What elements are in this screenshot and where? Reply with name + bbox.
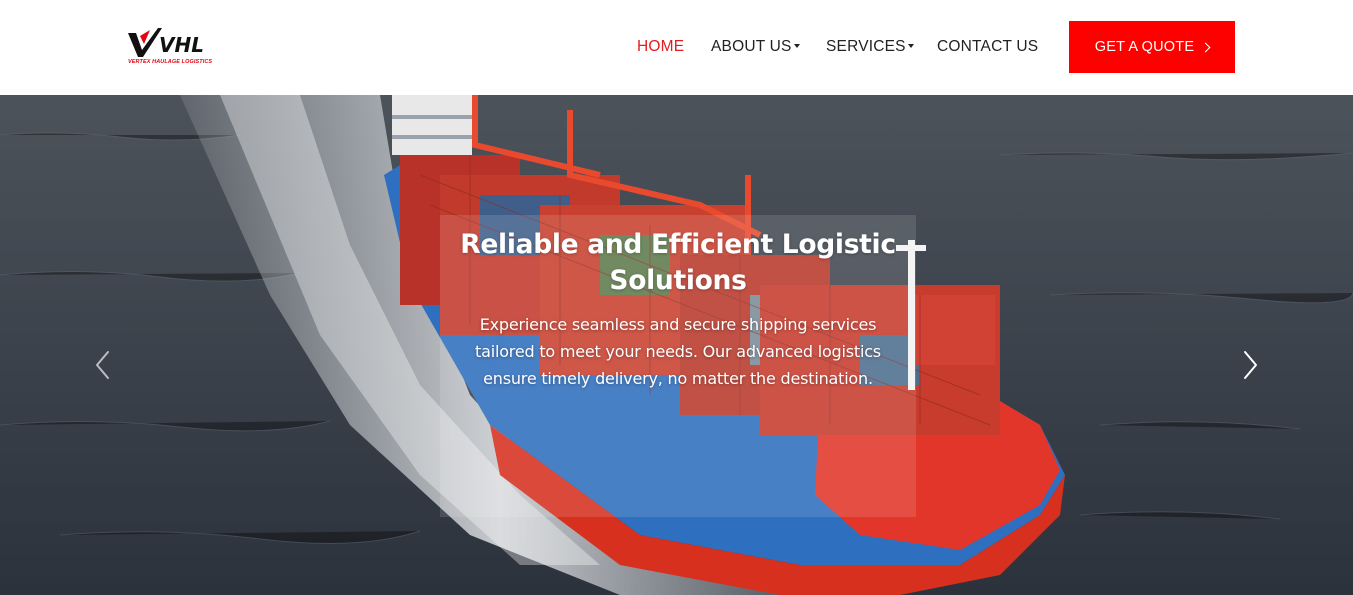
hero-description: Experience seamless and secure shipping …	[475, 315, 881, 388]
get-a-quote-button[interactable]: GET A QUOTE	[1069, 21, 1235, 73]
hero-title: Reliable and Efficient Logistic Solution…	[460, 229, 896, 296]
vhl-logo-icon: VHL	[128, 28, 204, 57]
chevron-right-icon	[1244, 351, 1257, 379]
nav-services[interactable]: SERVICES	[826, 37, 914, 57]
slider-next-button[interactable]	[1240, 348, 1260, 382]
slider-prev-button[interactable]	[93, 348, 113, 382]
nav-contact-us[interactable]: CONTACT US	[937, 37, 1038, 57]
nav-about-us[interactable]: ABOUT US	[711, 37, 800, 57]
chevron-left-icon	[96, 351, 109, 379]
caret-down-icon	[793, 43, 800, 48]
logo-tagline: VERTEX HAULAGE LOGISTICS	[128, 59, 213, 65]
chevron-right-icon	[1200, 42, 1211, 52]
caret-down-icon	[907, 43, 914, 48]
get-a-quote-label: GET A QUOTE	[1094, 39, 1195, 55]
brand-logo[interactable]: VHL VERTEX HAULAGE LOGISTICS	[126, 26, 216, 70]
hero-slider: Reliable and Efficient Logistic Solution…	[0, 95, 1353, 595]
nav-services-label: SERVICES	[826, 38, 906, 55]
logo-mark: VHL	[159, 33, 204, 57]
nav-home[interactable]: HOME	[637, 37, 684, 57]
nav-about-us-label: ABOUT US	[711, 38, 792, 55]
site-header: VHL VERTEX HAULAGE LOGISTICS HOME ABOUT …	[0, 0, 1353, 95]
